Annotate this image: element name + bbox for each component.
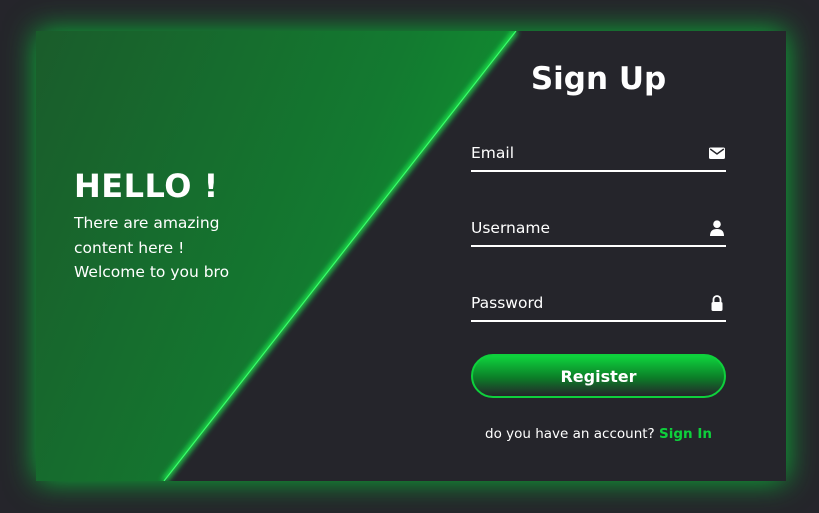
- welcome-line-2: content here !: [74, 238, 185, 257]
- form-title: Sign Up: [530, 61, 667, 97]
- signup-card: HELLO ! There are amazing content here !…: [36, 31, 786, 481]
- welcome-heading: HELLO !: [74, 167, 219, 205]
- email-field: [471, 136, 726, 172]
- account-question: do you have an account?: [485, 426, 655, 442]
- welcome-section: HELLO ! There are amazing content here !…: [74, 167, 229, 285]
- lock-icon: [711, 295, 723, 311]
- envelope-icon: [709, 147, 725, 159]
- password-input[interactable]: [471, 286, 691, 320]
- welcome-line-1: There are amazing: [74, 214, 220, 232]
- register-button[interactable]: Register: [471, 354, 726, 398]
- user-icon: [710, 220, 724, 236]
- username-field: [471, 211, 726, 247]
- signin-prompt: do you have an account? Sign In: [471, 424, 726, 444]
- signin-link[interactable]: Sign In: [659, 426, 712, 442]
- welcome-line-3: Welcome to you bro: [74, 263, 230, 281]
- password-field: [471, 286, 726, 322]
- username-input[interactable]: [471, 211, 691, 245]
- email-input[interactable]: [471, 136, 691, 170]
